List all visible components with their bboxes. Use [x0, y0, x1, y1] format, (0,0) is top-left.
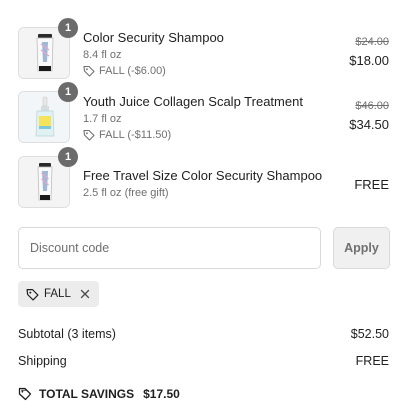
product-name: Color Security Shampoo: [83, 30, 224, 45]
shipping-value: FREE: [355, 354, 389, 368]
total-savings: TOTAL SAVINGS $17.50: [18, 387, 180, 401]
tag-icon: [26, 288, 39, 301]
sale-price: $34.50: [349, 117, 389, 132]
original-price: $24.00: [355, 36, 389, 48]
item-discount: FALL (-$11.50): [83, 129, 171, 141]
tag-icon: [18, 387, 32, 401]
total-savings-label: TOTAL SAVINGS: [39, 387, 135, 401]
original-price: $46.00: [355, 100, 389, 112]
product-variant: 1.7 fl oz: [83, 113, 122, 125]
applied-discount-code: FALL: [44, 288, 71, 300]
product-name: Youth Juice Collagen Scalp Treatment: [83, 94, 303, 109]
line-item: 1 Free Travel Size Color Security Shampo…: [18, 147, 390, 208]
item-discount-text: FALL (-$6.00): [99, 65, 166, 77]
subtotal-label: Subtotal (3 items): [18, 327, 116, 341]
discount-code-input[interactable]: [18, 227, 321, 269]
quantity-badge: 1: [58, 147, 78, 167]
shipping-label: Shipping: [18, 354, 67, 368]
product-variant: 8.4 fl oz: [83, 49, 122, 61]
quantity-badge: 1: [58, 82, 78, 102]
quantity-badge: 1: [58, 18, 78, 38]
close-icon[interactable]: [79, 288, 91, 300]
sale-price: $18.00: [349, 53, 389, 68]
sale-price: FREE: [354, 177, 389, 192]
applied-discount-chip: FALL: [18, 281, 99, 307]
line-item: 1 Color Security Shampoo 8.4 fl oz FALL …: [18, 18, 390, 79]
tag-icon: [83, 65, 95, 77]
tag-icon: [83, 129, 95, 141]
item-discount-text: FALL (-$11.50): [99, 129, 172, 141]
product-variant: 2.5 fl oz (free gift): [83, 187, 169, 199]
subtotal-value: $52.50: [350, 327, 389, 341]
line-item: 1 Youth Juice Collagen Scalp Treatment 1…: [18, 82, 390, 143]
total-savings-value: $17.50: [143, 387, 180, 401]
product-name: Free Travel Size Color Security Shampoo: [83, 168, 323, 183]
apply-button[interactable]: Apply: [333, 227, 390, 269]
item-discount: FALL (-$6.00): [83, 65, 166, 77]
